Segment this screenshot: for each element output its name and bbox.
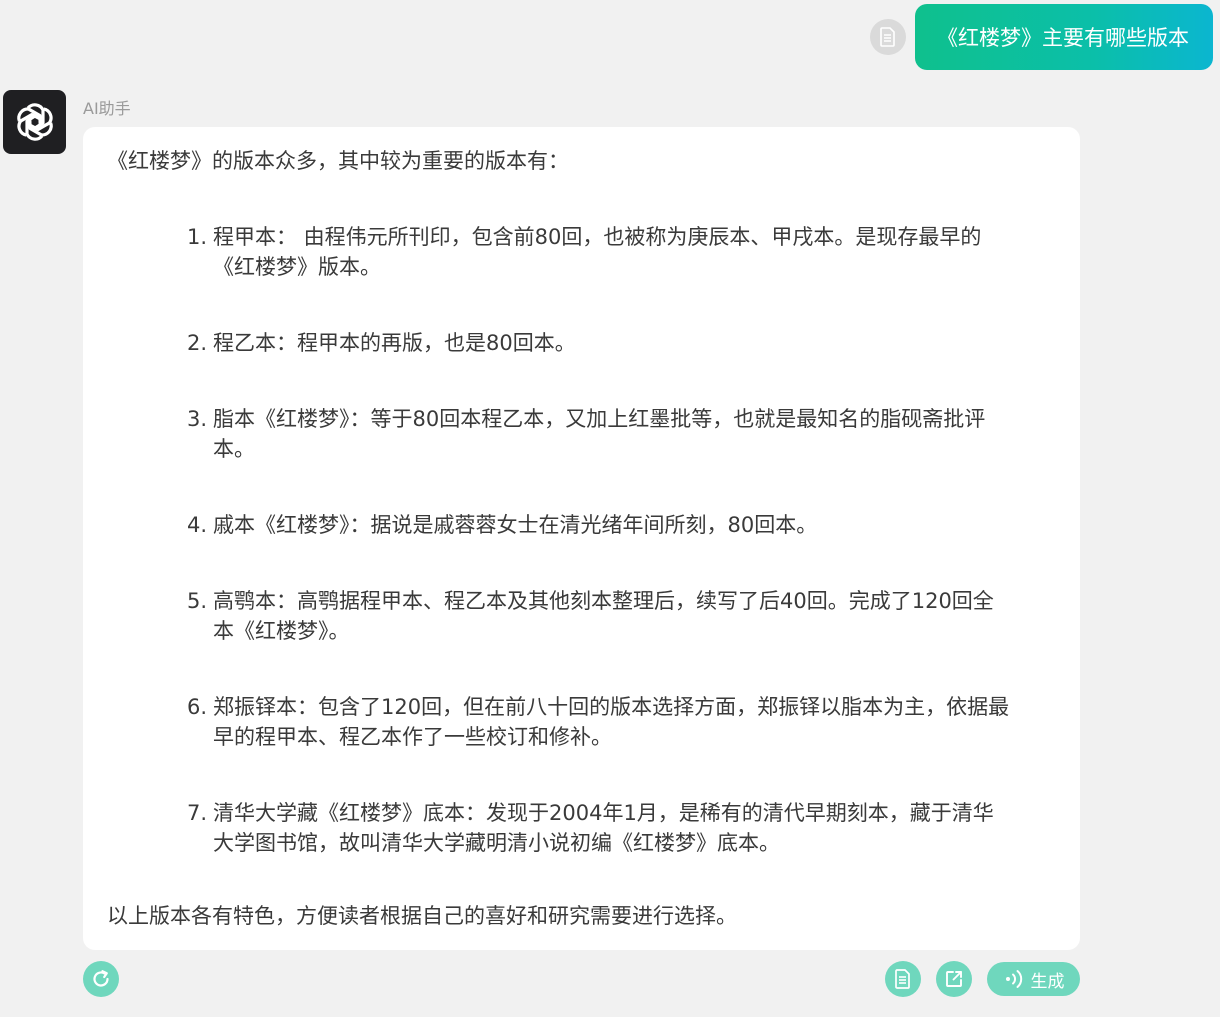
list-item-number: 1. <box>187 225 208 249</box>
audio-wave-icon <box>1005 970 1022 988</box>
assistant-avatar <box>3 90 66 154</box>
list-item: 7. 清华大学藏《红楼梦》底本：发现于2004年1月，是稀有的清代早期刻本，藏于… <box>187 798 1013 858</box>
list-item-text: 脂本《红楼梦》：等于80回本程乙本，又加上红墨批等，也就是最知名的脂砚斋批评本。 <box>213 407 986 461</box>
user-message-row: 《红楼梦》主要有哪些版本 <box>870 4 1213 70</box>
list-item-number: 6. <box>187 695 208 719</box>
list-item: 3. 脂本《红楼梦》：等于80回本程乙本，又加上红墨批等，也就是最知名的脂砚斋批… <box>187 404 1013 464</box>
user-message-document-button[interactable] <box>870 19 906 55</box>
list-item: 2. 程乙本：程甲本的再版，也是80回本。 <box>187 328 1013 358</box>
list-item-text: 戚本《红楼梦》：据说是戚蓉蓉女士在清光绪年间所刻，80回本。 <box>213 513 818 537</box>
share-icon <box>946 971 962 987</box>
share-button[interactable] <box>936 961 972 997</box>
list-item-number: 4. <box>187 513 208 537</box>
list-item-text: 清华大学藏《红楼梦》底本：发现于2004年1月，是稀有的清代早期刻本，藏于清华大… <box>213 801 994 855</box>
version-list: 1. 程甲本： 由程伟元所刊印，包含前80回，也被称为庚辰本、甲戌本。是现存最早… <box>187 222 1013 858</box>
assistant-answer-card: 《红楼梦》的版本众多，其中较为重要的版本有： 1. 程甲本： 由程伟元所刊印，包… <box>83 127 1080 950</box>
answer-intro: 《红楼梦》的版本众多，其中较为重要的版本有： <box>107 149 569 173</box>
list-item: 4. 戚本《红楼梦》：据说是戚蓉蓉女士在清光绪年间所刻，80回本。 <box>187 510 1013 540</box>
list-item: 1. 程甲本： 由程伟元所刊印，包含前80回，也被称为庚辰本、甲戌本。是现存最早… <box>187 222 1013 282</box>
list-item-text: 高鹗本：高鹗据程甲本、程乙本及其他刻本整理后，续写了后40回。完成了120回全本… <box>213 589 994 643</box>
list-item: 5. 高鹗本：高鹗据程甲本、程乙本及其他刻本整理后，续写了后40回。完成了120… <box>187 586 1013 646</box>
refresh-icon <box>93 970 109 987</box>
list-item-number: 7. <box>187 801 208 825</box>
list-item-text: 郑振铎本：包含了120回，但在前八十回的版本选择方面，郑振铎以脂本为主，依据最早… <box>213 695 1010 749</box>
list-item: 6. 郑振铎本：包含了120回，但在前八十回的版本选择方面，郑振铎以脂本为主，依… <box>187 692 1013 752</box>
list-item-text: 程乙本：程甲本的再版，也是80回本。 <box>213 331 576 355</box>
copy-answer-button[interactable] <box>885 961 921 997</box>
chat-page: 《红楼梦》主要有哪些版本 AI助手 《红楼梦》的版本众多，其中较为重要的版本有：… <box>0 0 1220 1017</box>
list-item-number: 5. <box>187 589 208 613</box>
list-item-text: 程甲本： 由程伟元所刊印，包含前80回，也被称为庚辰本、甲戌本。是现存最早的《红… <box>213 225 982 279</box>
document-icon <box>880 27 895 47</box>
user-message-bubble: 《红楼梦》主要有哪些版本 <box>915 4 1213 70</box>
generate-audio-button[interactable]: 生成 <box>987 962 1080 996</box>
answer-outro: 以上版本各有特色，方便读者根据自己的喜好和研究需要进行选择。 <box>107 904 737 928</box>
document-icon <box>895 969 910 989</box>
list-item-number: 3. <box>187 407 208 431</box>
list-item-number: 2. <box>187 331 208 355</box>
generate-button-label: 生成 <box>1030 971 1065 992</box>
regenerate-button[interactable] <box>83 961 119 997</box>
openai-logo-icon <box>16 103 53 141</box>
assistant-name: AI助手 <box>83 99 131 118</box>
